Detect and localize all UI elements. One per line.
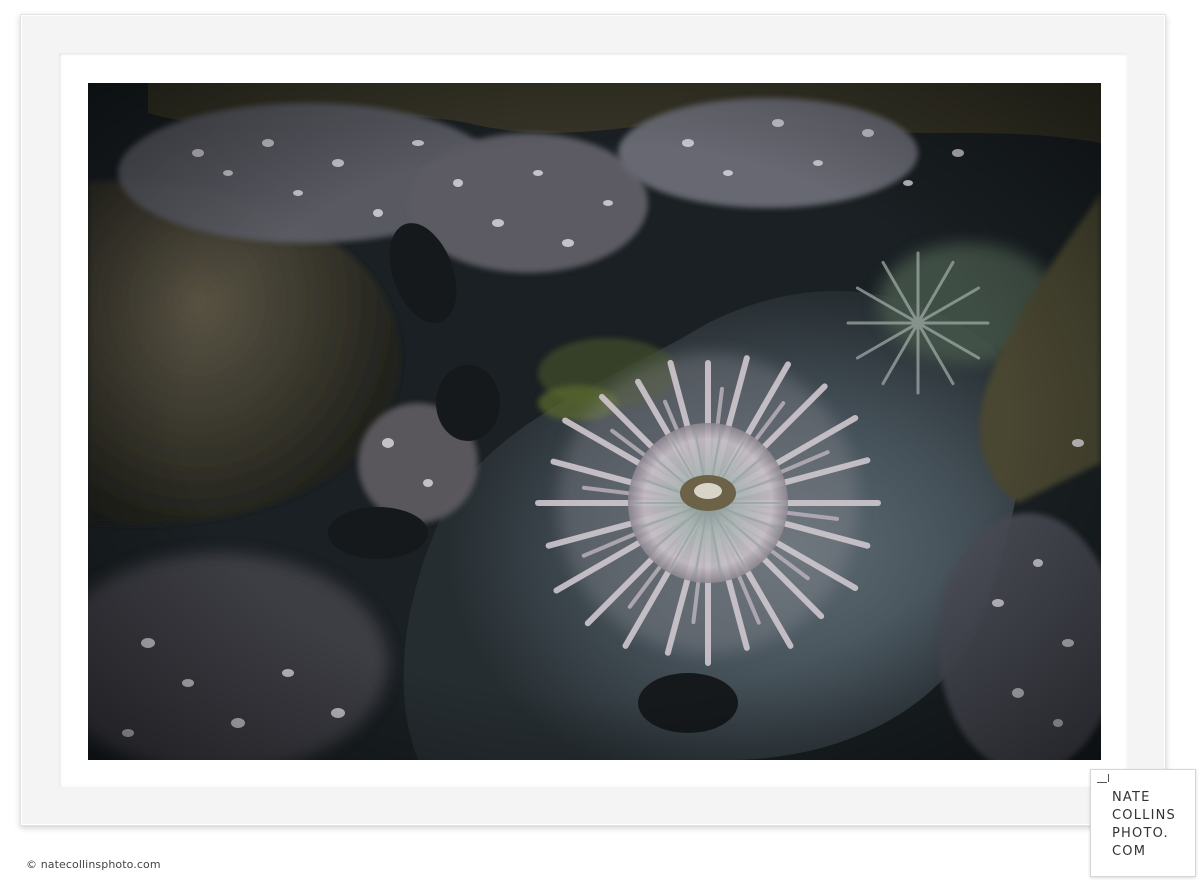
logo-line-1: NATE [1112, 790, 1151, 805]
copyright-text: © natecollinsphoto.com [26, 858, 161, 871]
photographer-logo[interactable]: NATE COLLINS PHOTO. COM [1090, 769, 1196, 877]
logo-mark-icon [1097, 774, 1109, 792]
logo-line-4: COM [1112, 844, 1147, 859]
logo-line-3: PHOTO. [1112, 826, 1169, 841]
logo-line-2: COLLINS [1112, 808, 1177, 823]
tide-pool-photo [88, 83, 1101, 760]
